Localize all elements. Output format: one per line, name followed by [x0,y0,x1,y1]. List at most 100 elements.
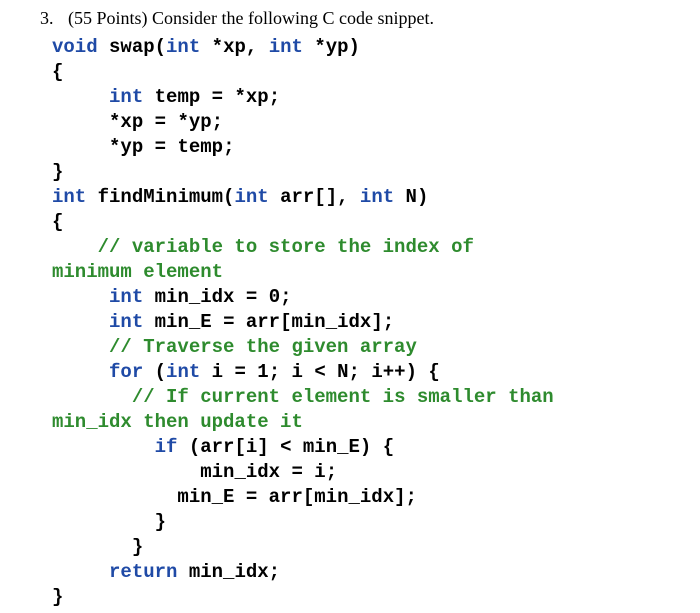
semi: ; [406,486,417,508]
brace-open: { [383,436,394,458]
rbracket: ] [326,186,337,208]
semi: ; [326,461,337,483]
semi: ; [349,361,360,383]
eq: = [212,86,223,108]
eq: = [234,361,245,383]
eq: = [246,286,257,308]
id-yp: yp [120,136,143,158]
id-i: i [371,361,382,383]
brace-open: { [428,361,439,383]
eq: = [291,461,302,483]
semi: ; [269,86,280,108]
paren-open: ( [223,186,234,208]
id-xp: xp [120,111,143,133]
kw-int: int [52,186,86,208]
kw-int: int [109,286,143,308]
semi: ; [212,111,223,133]
star: * [234,86,245,108]
eq: = [155,136,166,158]
comment-3b: min_idx then update it [52,411,303,433]
paren-close: ) [417,186,428,208]
id-i: i [212,361,223,383]
brace-close: } [52,586,63,608]
kw-int: int [360,186,394,208]
kw-int: int [109,86,143,108]
lt: < [314,361,325,383]
id-yp: yp [189,111,212,133]
id-temp: temp [155,86,201,108]
id-xp: xp [223,36,246,58]
brace-open: { [52,61,63,83]
comma: , [246,36,257,58]
question-text: (55 Points) Consider the following C cod… [68,8,434,29]
lt: < [280,436,291,458]
id-temp: temp [177,136,223,158]
fn-swap: swap [109,36,155,58]
comment-3: // If current element is smaller than [132,386,554,408]
lbracket: [ [234,436,245,458]
star: * [177,111,188,133]
semi: ; [383,311,394,333]
star: * [109,136,120,158]
comment-1: // variable to store the index of [98,236,474,258]
brace-close: } [155,511,166,533]
paren-close: ) [406,361,417,383]
kw-int: int [234,186,268,208]
id-min-idx: min_idx [292,311,372,333]
id-N: N [337,361,348,383]
kw-void: void [52,36,98,58]
id-arr: arr [200,436,234,458]
id-arr: arr [280,186,314,208]
id-min-idx: min_idx [155,286,235,308]
lbracket: [ [303,486,314,508]
id-min-E: min_E [177,486,234,508]
star: * [109,111,120,133]
id-i: i [314,461,325,483]
paren-open: ( [155,36,166,58]
id-i: i [246,436,257,458]
semi: ; [269,561,280,583]
paren-close: ) [360,436,371,458]
document-page: 3. (55 Points) Consider the following C … [0,0,700,610]
semi: ; [280,286,291,308]
id-arr: arr [246,311,280,333]
comment-2: // Traverse the given array [109,336,417,358]
star: * [314,36,325,58]
kw-if: if [155,436,178,458]
paren-open: ( [155,361,166,383]
kw-return: return [109,561,177,583]
code-block: void swap(int *xp, int *yp) { int temp =… [52,35,680,610]
kw-int: int [166,36,200,58]
semi: ; [269,361,280,383]
paren-open: ( [189,436,200,458]
comment-1b: minimum element [52,261,223,283]
rbracket: ] [394,486,405,508]
inc: ++ [383,361,406,383]
eq: = [155,111,166,133]
kw-int: int [166,361,200,383]
semi: ; [223,136,234,158]
eq: = [223,311,234,333]
brace-close: } [52,161,63,183]
kw-int: int [269,36,303,58]
lbracket: [ [314,186,325,208]
num-1: 1 [257,361,268,383]
brace-close: } [132,536,143,558]
question-number: 3. [40,8,68,29]
num-0: 0 [269,286,280,308]
brace-open: { [52,211,63,233]
kw-for: for [109,361,143,383]
id-i: i [292,361,303,383]
id-min-E: min_E [155,311,212,333]
id-min-E: min_E [303,436,360,458]
question-prompt: 3. (55 Points) Consider the following C … [40,8,680,29]
id-min-idx: min_idx [189,561,269,583]
rbracket: ] [257,436,268,458]
paren-close: ) [349,36,360,58]
kw-int: int [109,311,143,333]
id-min-idx: min_idx [314,486,394,508]
fn-findmin: findMinimum [98,186,223,208]
star: * [212,36,223,58]
id-min-idx: min_idx [200,461,280,483]
id-arr: arr [269,486,303,508]
